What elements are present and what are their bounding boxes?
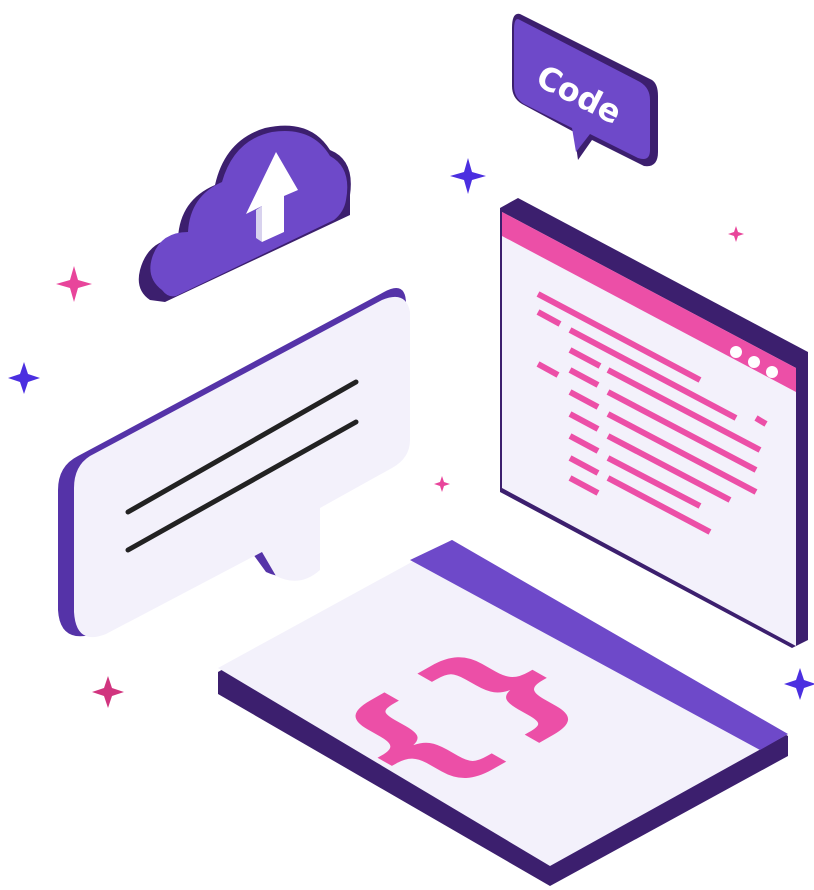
- window-dot-1: [730, 346, 742, 358]
- window-dot-2: [748, 356, 760, 368]
- code-editor-window: [500, 198, 808, 648]
- illustration-canvas: Code {}: [8, 13, 814, 886]
- cloud-upload-icon: [138, 125, 351, 302]
- window-dot-3: [766, 366, 778, 378]
- code-speech-bubble: Code: [512, 13, 658, 167]
- chat-message-bubble: [58, 288, 410, 638]
- code-illustration: Code {}: [0, 0, 814, 890]
